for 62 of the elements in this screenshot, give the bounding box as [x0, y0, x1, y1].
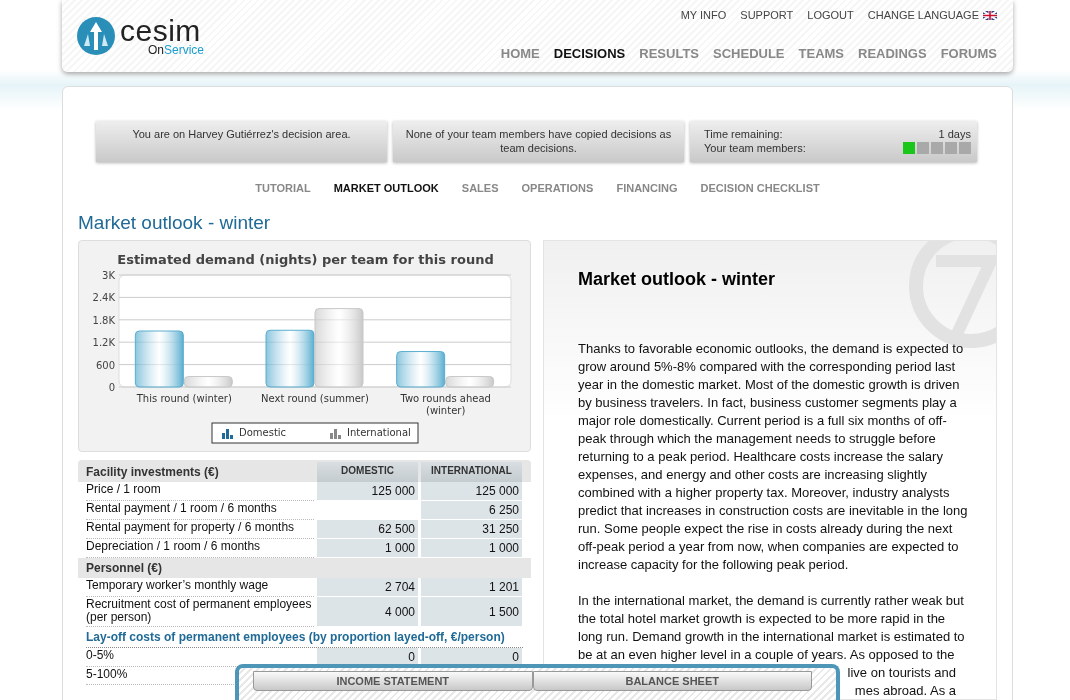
- category-label: Two rounds ahead (winter): [400, 393, 491, 416]
- section-heading: Personnel (€): [86, 560, 164, 577]
- axis-tick-label: 600: [95, 359, 115, 371]
- legend-label: International: [347, 427, 411, 438]
- value-cell: 62 500: [317, 520, 418, 539]
- value-cell: 4 000: [317, 597, 418, 627]
- info-text: None of your team members have copied decisions as team decisions.: [405, 128, 672, 154]
- sub-tab[interactable]: TUTORIAL: [255, 182, 311, 194]
- nav-tab[interactable]: SCHEDULE: [713, 46, 785, 61]
- value-cell: 1 000: [317, 539, 418, 558]
- top-link[interactable]: MY INFO: [680, 9, 727, 21]
- logo-globe-icon: [76, 16, 116, 56]
- legend-label: Domestic: [239, 427, 287, 438]
- info-text: You are on Harvey Gutiérrez's decision area.: [132, 128, 351, 140]
- column-header: DOMESTIC: [317, 462, 418, 482]
- article-text: mes abroad. As a: [854, 682, 956, 700]
- sub-tab[interactable]: OPERATIONS: [521, 182, 594, 194]
- value-cell: 125 000: [421, 482, 522, 501]
- top-link[interactable]: SUPPORT: [740, 9, 794, 21]
- article-text: live on tourists and: [847, 664, 956, 682]
- nav-tab[interactable]: FORUMS: [940, 46, 997, 61]
- value-cell: 125 000: [317, 482, 418, 501]
- sub-tab[interactable]: FINANCING: [616, 182, 678, 194]
- value-cell: 1 201: [421, 578, 522, 597]
- axis-tick-label: 2.4K: [92, 292, 115, 304]
- axis-tick-label: 1.2K: [92, 337, 115, 349]
- nav-tab[interactable]: RESULTS: [639, 46, 699, 61]
- axis-tick-label: 0: [108, 382, 115, 393]
- article-title: Market outlook - winter: [578, 269, 776, 290]
- category-label: This round (winter): [136, 393, 232, 404]
- sub-tab[interactable]: MARKET OUTLOOK: [333, 182, 439, 194]
- page-title: Market outlook - winter: [78, 212, 272, 234]
- info-label: Your team members:: [704, 141, 806, 155]
- axis-tick-label: 1.8K: [92, 314, 115, 326]
- value-cell: 6 250: [421, 501, 522, 520]
- logo-name: cesim: [120, 16, 201, 46]
- top-link[interactable]: LOGOUT: [807, 9, 854, 21]
- legend-bar-icon: [222, 429, 233, 439]
- bar: [265, 329, 315, 388]
- nav-tab[interactable]: DECISIONS: [553, 46, 626, 61]
- legend-bar-icon: [330, 429, 341, 439]
- article-paragraph: Thanks to favorable economic outlooks, the demand is expected to grow around 5%-8% compared with the corresponding period last year in the domestic market. Most of the domestic growth is driven by business travelers. In fact, business customer segments play a major role domestically. Current period is a full six months of off-peak through which the management needs to struggle before returning to a peak period. Healthcare costs increase the salary expenses, and energy and other costs are increasing slightly combined with a higher property tax. Moreover, industry analysts predict that increases in construction costs are inevitable in the long run. Some people expect the rise in costs already during the next off-peak period a year from now, when companies are expected to increase capacity for the following peak period.: [578, 340, 969, 574]
- value-cell: 1 000: [421, 539, 522, 558]
- nav-tab[interactable]: TEAMS: [798, 46, 845, 61]
- top-link[interactable]: CHANGE LANGUAGE: [867, 9, 997, 21]
- sub-tab[interactable]: DECISION CHECKLIST: [700, 182, 820, 194]
- value-cell: 2 704: [317, 578, 418, 597]
- nav-tab[interactable]: READINGS: [858, 46, 927, 61]
- section-heading: Facility investments (€): [86, 464, 220, 481]
- column-header: INTERNATIONAL: [421, 462, 522, 482]
- category-label: Next round (summer): [261, 393, 369, 404]
- report-tab[interactable]: BALANCE SHEET: [532, 671, 812, 691]
- axis-tick-label: 3K: [102, 270, 115, 281]
- nav-tab[interactable]: HOME: [500, 46, 540, 61]
- sub-tab[interactable]: SALES: [461, 182, 499, 194]
- chart-title: Estimated demand (nights) per team for this round: [117, 252, 494, 267]
- report-tab[interactable]: INCOME STATEMENT: [253, 671, 533, 691]
- value-cell: 31 250: [421, 520, 522, 539]
- info-label: Time remaining:: [704, 127, 783, 141]
- info-value: 1 days: [938, 127, 971, 141]
- value-cell: 1 500: [421, 597, 522, 627]
- logo-subtitle: OnService: [148, 44, 205, 56]
